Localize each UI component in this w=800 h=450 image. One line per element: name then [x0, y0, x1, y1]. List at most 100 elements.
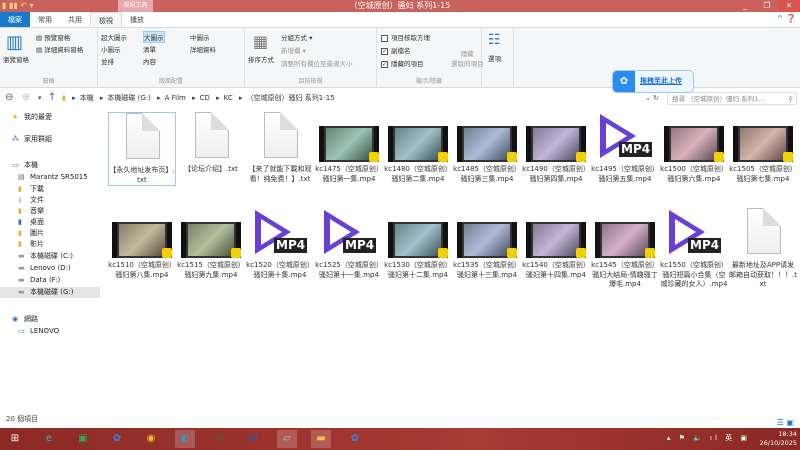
video-thumbnail — [388, 112, 448, 162]
file-item[interactable]: 最新地址及APP请发邮箱自动获取！！！.txt — [729, 208, 797, 290]
file-item[interactable]: kc1505（空城原创）骚妇第七集.mp4 — [729, 112, 797, 184]
layout-large[interactable]: 大圖示 — [143, 31, 165, 43]
breadcrumb[interactable]: ▮ ▸ 本機 ▸ 本機磁碟 (G:) ▸ A Film ▸ CD ▸ KC ▸ （空城原创）… — [62, 92, 602, 105]
tab-play[interactable]: 播放 — [122, 12, 152, 27]
layout-content[interactable]: 內容 — [143, 56, 156, 66]
sidebar-item[interactable]: ▬ 本機磁碟 (C:) — [0, 251, 100, 262]
excel-icon[interactable]: X — [209, 430, 229, 448]
maximize-button[interactable]: ❐ — [756, 0, 778, 12]
file-item[interactable]: MP4 kc1525（空城原创）骚妇第十一集.mp4 — [315, 208, 383, 280]
checkbox-checked[interactable]: ✓ — [381, 60, 388, 68]
sidebar-item[interactable]: ◉ 網路 — [0, 314, 100, 325]
forward-button[interactable]: ⊕ — [22, 92, 30, 103]
layout-small[interactable]: 小圖示 — [101, 44, 121, 54]
tab-home[interactable]: 常用 — [30, 12, 60, 27]
hidden-items-toggle[interactable]: ✓ 隱藏的項目 — [381, 58, 424, 68]
size-columns-button[interactable]: 調整所有欄位至最適大小 — [281, 58, 353, 68]
file-extensions-toggle[interactable]: ✓ 副檔名 — [381, 45, 411, 55]
layout-tiles[interactable]: 並排 — [101, 56, 114, 66]
tab-file[interactable]: 檔案 — [0, 12, 30, 27]
word-icon[interactable]: W — [243, 430, 263, 448]
sidebar-item[interactable]: ▤ Marantz SR5015 — [0, 172, 100, 183]
file-item[interactable]: kc1500（空城原创）骚妇第六集.mp4 — [660, 112, 728, 184]
tab-share[interactable]: 共用 — [60, 12, 90, 27]
file-item[interactable]: kc1540（空城原创）骚妇第十四集.mp4 — [522, 208, 590, 280]
sort-by-button[interactable]: 排序方式 — [248, 54, 274, 64]
baidu-netdisk-icon[interactable]: ✿ — [107, 430, 127, 448]
file-explorer-icon[interactable]: ▬ — [311, 430, 331, 448]
notepad-icon[interactable]: ▱ — [277, 430, 297, 448]
details-pane-button[interactable]: ▤ 詳細資料窗格 — [36, 44, 83, 54]
layout-list[interactable]: 清單 — [143, 44, 156, 54]
options-button[interactable]: 選項 — [488, 53, 501, 63]
file-item[interactable]: kc1490（空城原创）骚妇第四集.mp4 — [522, 112, 590, 184]
chrome-icon[interactable]: ◉ — [141, 430, 161, 448]
crumb-a-film[interactable]: A Film — [165, 94, 186, 102]
sidebar-item[interactable]: ▬ 本機磁碟 (G:) — [0, 287, 100, 298]
file-item[interactable]: 【论坛介绍】.txt — [177, 112, 245, 175]
sidebar-item[interactable]: ⁂ 家用群組 — [0, 134, 100, 145]
file-item[interactable]: kc1530（空城原创）骚妇第十二集.mp4 — [384, 208, 452, 280]
sidebar-item[interactable]: ▮ 影片 — [0, 239, 100, 250]
file-item[interactable]: 【永久地址发布页】.txt — [108, 112, 176, 186]
recent-locations-button[interactable]: ▾ — [38, 94, 42, 102]
layout-medium[interactable]: 中圖示 — [190, 32, 210, 42]
help-icon[interactable]: ^ ❓ — [777, 14, 796, 23]
sidebar-item[interactable]: ▮ 音樂 — [0, 206, 100, 217]
file-item[interactable]: kc1475（空城原创）骚妇第一集.mp4 — [315, 112, 383, 184]
file-item[interactable]: kc1485（空城原创）骚妇第三集.mp4 — [453, 112, 521, 184]
sidebar-item[interactable]: ▭ 本機 — [0, 160, 100, 171]
add-columns-button[interactable]: 新增欄 ▾ — [281, 45, 306, 55]
file-item[interactable]: MP4 kc1550（空城原创）骚妇短篇小合集（空城珍藏的女人）.mp4 — [660, 208, 728, 290]
layout-extra-large[interactable]: 超大圖示 — [101, 32, 127, 42]
sidebar-item[interactable]: ▭ LENOVO — [0, 326, 100, 337]
crumb-this-pc[interactable]: 本機 — [80, 94, 94, 102]
tab-view[interactable]: 檢視 — [90, 12, 122, 27]
sidebar-item[interactable]: ▮ 下載 — [0, 184, 100, 195]
up-button[interactable]: ↑ — [48, 92, 56, 103]
address-dropdown-button[interactable]: ⌄ ↻ — [645, 94, 659, 102]
crumb-drive-g[interactable]: 本機磁碟 (G:) — [107, 94, 150, 102]
group-by-button[interactable]: 分組方式 ▾ — [281, 32, 312, 42]
file-item[interactable]: MP4 kc1495（空城原创）骚妇第五集.mp4 — [591, 112, 659, 184]
video-thumbnail — [319, 112, 379, 162]
sidebar-item[interactable]: ★ 我的最愛 — [0, 112, 100, 123]
ime-indicator[interactable]: 英 — [725, 434, 735, 442]
hide-selected-button[interactable]: 隱藏 選取的項目 — [451, 48, 484, 68]
crumb-current[interactable]: （空城原创）骚妇 系列1-15 — [246, 94, 334, 102]
clock[interactable]: 18:34 26/10/2025 — [760, 430, 797, 448]
preview-pane-button[interactable]: ▤ 預覽窗格 — [36, 32, 70, 42]
edge-icon[interactable]: ◐ — [175, 430, 195, 448]
file-item[interactable]: kc1510（空城原创）骚妇第八集.mp4 — [108, 208, 176, 280]
ie-icon[interactable]: e — [39, 430, 59, 448]
file-item[interactable]: kc1545（空城原创）骚妇大结局-情趣骚丁爆毛.mp4 — [591, 208, 659, 290]
checkbox-unchecked[interactable] — [381, 34, 388, 42]
start-icon[interactable]: ⊞ — [5, 430, 25, 448]
item-checkboxes-toggle[interactable]: 項目核取方塊 — [381, 32, 430, 42]
close-button[interactable]: ✕ — [778, 0, 800, 12]
sidebar-item[interactable]: ▬ Data (F:) — [0, 275, 100, 286]
file-item[interactable]: kc1480（空城原创）骚妇第二集.mp4 — [384, 112, 452, 184]
text-file-icon — [733, 208, 793, 258]
mp4-file-icon: MP4 — [595, 112, 655, 162]
baidu-netdisk-icon[interactable]: ✿ — [345, 430, 365, 448]
sidebar-item[interactable]: ▮ 文件 — [0, 195, 100, 206]
file-item[interactable]: MP4 kc1520（空城原创）骚妇第十集.mp4 — [246, 208, 314, 280]
file-item[interactable]: kc1515（空城原创）骚妇第九集.mp4 — [177, 208, 245, 280]
ribbon-tabs: 檔案 常用 共用 檢視 播放 — [0, 12, 800, 28]
sidebar-item[interactable]: ▮ 圖片 — [0, 228, 100, 239]
search-input[interactable]: 搜尋 （空城原创）骚妇 系列1... ⚲ — [667, 92, 797, 105]
store-icon[interactable]: ▣ — [73, 430, 93, 448]
file-item[interactable]: 【来了就能下載和观看！纯免费！】.txt — [246, 112, 314, 184]
crumb-cd[interactable]: CD — [200, 94, 210, 102]
layout-details[interactable]: 詳細資料 — [190, 44, 216, 54]
navigation-pane-button[interactable]: 瀏覽窗格 — [3, 54, 29, 64]
baidu-upload-drop-target[interactable]: ✿ 拖拽至此上传 — [612, 70, 694, 93]
sidebar-item[interactable]: ▬ Lenovo (D:) — [0, 263, 100, 274]
file-item[interactable]: kc1535（空城原创）骚妇第十三集.mp4 — [453, 208, 521, 280]
minimize-button[interactable]: _ — [734, 0, 756, 12]
sidebar-item[interactable]: ▮ 桌面 — [0, 217, 100, 228]
checkbox-checked[interactable]: ✓ — [381, 47, 388, 55]
back-button[interactable]: ⊖ — [5, 92, 13, 103]
crumb-kc[interactable]: KC — [224, 94, 233, 102]
